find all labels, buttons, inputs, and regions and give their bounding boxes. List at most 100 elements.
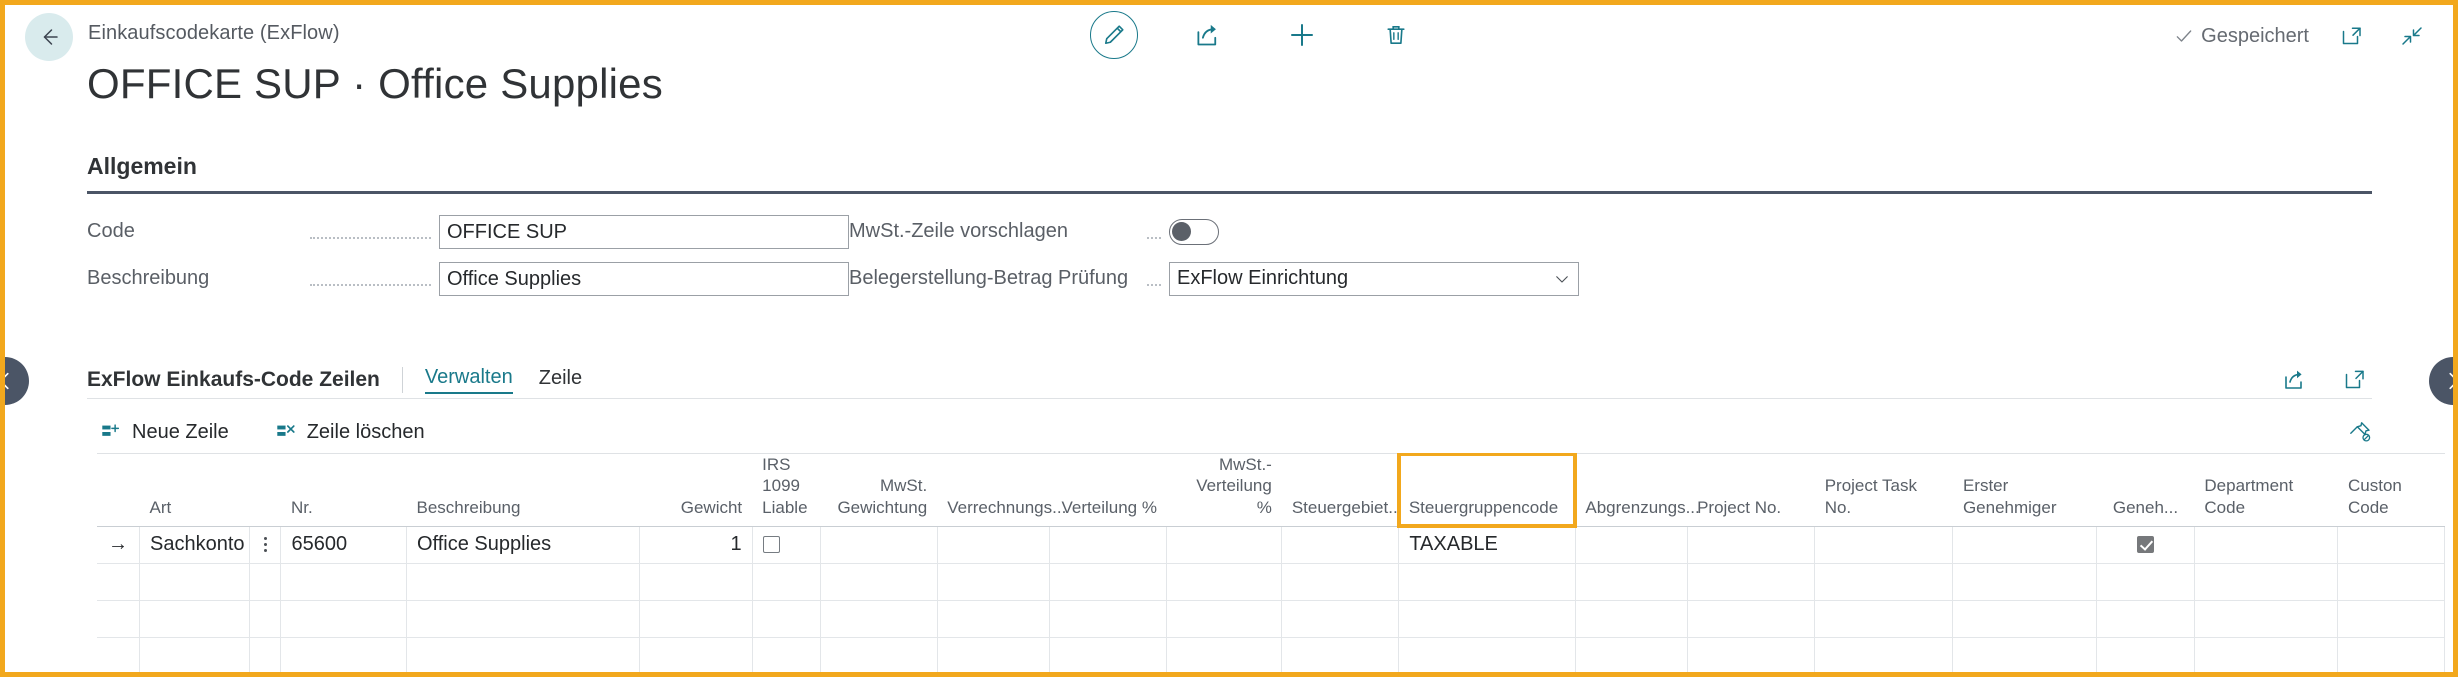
cell-mwstvert[interactable] bbox=[1166, 637, 1283, 672]
cell-projno[interactable] bbox=[1687, 637, 1816, 672]
cell-irs[interactable] bbox=[752, 526, 821, 564]
checkbox-irs[interactable] bbox=[762, 536, 780, 554]
column-header-steuergrp[interactable]: Steuergruppencode bbox=[1396, 453, 1578, 529]
previous-record-button[interactable] bbox=[5, 357, 29, 405]
cell-beschr[interactable] bbox=[406, 637, 640, 672]
unpin-button[interactable] bbox=[2348, 420, 2372, 444]
cell-gewicht[interactable] bbox=[639, 563, 753, 601]
cell-art[interactable] bbox=[139, 600, 250, 638]
cell-erstgen[interactable] bbox=[1952, 563, 2098, 601]
column-header-verteilung[interactable]: Verteilung % bbox=[1049, 453, 1167, 527]
cell-mwstvert[interactable] bbox=[1166, 526, 1283, 564]
breadcrumb[interactable]: Einkaufscodekarte (ExFlow) bbox=[88, 22, 340, 45]
delete-row-button[interactable]: Zeile löschen bbox=[275, 421, 425, 444]
column-header-art[interactable]: Art bbox=[139, 453, 250, 527]
code-input[interactable]: OFFICE SUP bbox=[439, 214, 849, 249]
cell-mwstvert[interactable] bbox=[1166, 600, 1283, 638]
tab-zeile[interactable]: Zeile bbox=[539, 367, 582, 393]
cell-mwstgew[interactable] bbox=[820, 526, 938, 564]
column-header-mwstgew[interactable]: MwSt. Gewichtung bbox=[820, 453, 938, 527]
column-header-mwstvert[interactable]: MwSt.- Verteilung % bbox=[1166, 453, 1282, 527]
column-header-irs[interactable]: IRS 1099 Liable bbox=[752, 453, 821, 527]
tab-verwalten[interactable]: Verwalten bbox=[424, 366, 513, 394]
table-row[interactable] bbox=[97, 637, 2445, 672]
cell-deptcode[interactable] bbox=[2194, 600, 2339, 638]
cell-geneh[interactable] bbox=[2096, 600, 2195, 638]
column-header-verrech[interactable]: Verrechnungs... bbox=[937, 453, 1066, 527]
cell-nr[interactable]: 65600 bbox=[280, 526, 407, 564]
back-button[interactable] bbox=[25, 13, 73, 61]
cell-nr[interactable] bbox=[280, 563, 407, 601]
cell-erstgen[interactable] bbox=[1952, 600, 2098, 638]
column-header-steuergeb[interactable]: Steuergebiet... bbox=[1281, 453, 1402, 527]
cell-abgrenz[interactable] bbox=[1575, 563, 1688, 601]
vat-line-suggest-toggle[interactable] bbox=[1169, 218, 1219, 245]
cell-steuergrp[interactable] bbox=[1398, 563, 1576, 601]
cell-projtask[interactable] bbox=[1814, 526, 1954, 564]
column-header-projno[interactable]: Project No. bbox=[1687, 453, 1815, 527]
expand-lines-button[interactable] bbox=[2338, 363, 2372, 397]
next-record-button[interactable] bbox=[2429, 357, 2453, 405]
cell-verrech[interactable] bbox=[937, 526, 1051, 564]
edit-pencil-button[interactable] bbox=[1090, 11, 1138, 59]
doc-amount-check-select[interactable]: ExFlow Einrichtung bbox=[1169, 261, 1579, 296]
column-header-gewicht[interactable]: Gewicht bbox=[639, 453, 753, 527]
row-menu-button[interactable] bbox=[249, 526, 282, 564]
column-header-beschr[interactable]: Beschreibung bbox=[406, 453, 640, 527]
new-button[interactable] bbox=[1278, 11, 1326, 59]
share-lines-button[interactable] bbox=[2278, 363, 2312, 397]
cell-verrech[interactable] bbox=[937, 563, 1051, 601]
cell-custcode[interactable] bbox=[2337, 563, 2445, 601]
cell-projtask[interactable] bbox=[1814, 600, 1954, 638]
cell-beschr[interactable] bbox=[406, 600, 640, 638]
cell-deptcode[interactable] bbox=[2194, 637, 2339, 672]
cell-geneh[interactable] bbox=[2096, 526, 2195, 564]
open-in-new-window-button[interactable] bbox=[2335, 19, 2369, 53]
column-header-erstgen[interactable]: Erster Genehmiger bbox=[1952, 453, 2097, 527]
cell-verrech[interactable] bbox=[937, 637, 1051, 672]
cell-verteilung[interactable] bbox=[1049, 600, 1168, 638]
cell-mwstgew[interactable] bbox=[820, 600, 938, 638]
cell-irs[interactable] bbox=[752, 563, 821, 601]
column-header-custcode[interactable]: Custon Code bbox=[2337, 453, 2445, 527]
table-row[interactable] bbox=[97, 600, 2445, 638]
cell-projtask[interactable] bbox=[1814, 637, 1954, 672]
cell-abgrenz[interactable] bbox=[1575, 637, 1688, 672]
delete-button[interactable] bbox=[1372, 11, 1420, 59]
cell-verteilung[interactable] bbox=[1049, 526, 1168, 564]
cell-projno[interactable] bbox=[1687, 563, 1816, 601]
column-header-nr[interactable]: Nr. bbox=[280, 453, 407, 527]
cell-abgrenz[interactable] bbox=[1575, 526, 1688, 564]
new-row-button[interactable]: Neue Zeile bbox=[100, 421, 229, 444]
cell-art[interactable] bbox=[139, 563, 250, 601]
cell-steuergeb[interactable] bbox=[1281, 563, 1400, 601]
column-header-projtask[interactable]: Project Task No. bbox=[1814, 453, 1953, 527]
cell-geneh[interactable] bbox=[2096, 637, 2195, 672]
cell-irs[interactable] bbox=[752, 600, 821, 638]
cell-nr[interactable] bbox=[280, 600, 407, 638]
cell-art[interactable]: Sachkonto bbox=[139, 526, 250, 564]
cell-verteilung[interactable] bbox=[1049, 563, 1168, 601]
cell-projno[interactable] bbox=[1687, 600, 1816, 638]
cell-erstgen[interactable] bbox=[1952, 526, 2098, 564]
cell-nr[interactable] bbox=[280, 637, 407, 672]
cell-steuergeb[interactable] bbox=[1281, 637, 1400, 672]
collapse-button[interactable] bbox=[2395, 19, 2429, 53]
cell-irs[interactable] bbox=[752, 637, 821, 672]
cell-beschr[interactable] bbox=[406, 563, 640, 601]
cell-steuergeb[interactable] bbox=[1281, 600, 1400, 638]
cell-art[interactable] bbox=[139, 637, 250, 672]
cell-steuergrp[interactable]: TAXABLE bbox=[1398, 526, 1576, 564]
cell-verrech[interactable] bbox=[937, 600, 1051, 638]
cell-geneh[interactable] bbox=[2096, 563, 2195, 601]
cell-verteilung[interactable] bbox=[1049, 637, 1168, 672]
cell-projno[interactable] bbox=[1687, 526, 1816, 564]
cell-custcode[interactable] bbox=[2337, 526, 2445, 564]
cell-custcode[interactable] bbox=[2337, 600, 2445, 638]
cell-custcode[interactable] bbox=[2337, 637, 2445, 672]
cell-gewicht[interactable] bbox=[639, 600, 753, 638]
cell-beschr[interactable]: Office Supplies bbox=[406, 526, 640, 564]
column-header-deptcode[interactable]: Department Code bbox=[2194, 453, 2338, 527]
cell-mwstgew[interactable] bbox=[820, 637, 938, 672]
cell-gewicht[interactable] bbox=[639, 637, 753, 672]
